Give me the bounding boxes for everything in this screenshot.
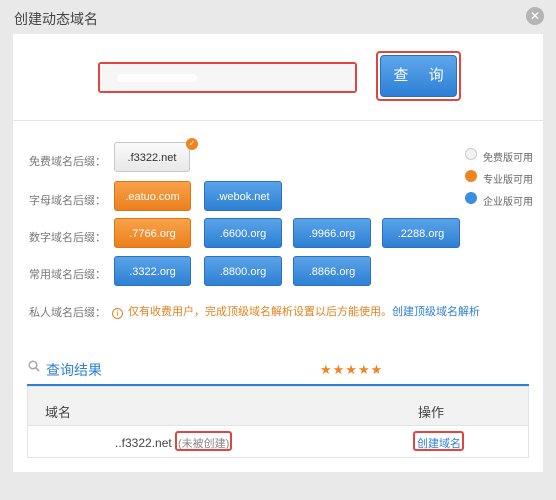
- create-domain-link[interactable]: 创建域名: [417, 435, 461, 451]
- rating-stars: ★★★★★: [320, 362, 384, 377]
- suffix-option-7766-org[interactable]: .7766.org: [114, 218, 191, 248]
- private-notice: i 仅有收费用户，完成顶级域名解析设置以后方能使用。创建顶级域名解析: [112, 303, 480, 319]
- column-header-action: 操作: [418, 405, 445, 420]
- private-suffix-label: 私人域名后缀：: [29, 307, 106, 319]
- suffix-option-8866-org[interactable]: .8866.org: [293, 256, 371, 286]
- legend-enterprise-label: 企业版可用: [483, 197, 533, 208]
- common-suffix-label: 常用域名后缀：: [29, 269, 106, 281]
- divider: [13, 120, 543, 121]
- suffix-option-webok-net[interactable]: .webok.net: [204, 181, 282, 211]
- number-suffix-label: 数字域名后缀：: [29, 232, 106, 244]
- dialog-title: 创建动态域名: [14, 11, 98, 27]
- suffix-option-9966-org[interactable]: .9966.org: [293, 218, 371, 248]
- suffix-option-2288-org[interactable]: .2288.org: [382, 218, 460, 248]
- letter-suffix-label: 字母域名后缀：: [29, 195, 106, 207]
- private-notice-text: 仅有收费用户，完成顶级域名解析设置以后方能使用。: [128, 306, 392, 318]
- dialog-title-bar: 创建动态域名 ✕: [0, 0, 556, 34]
- close-icon[interactable]: ✕: [526, 7, 544, 25]
- suffix-option-f3322-net[interactable]: .f3322.net: [114, 142, 190, 172]
- selected-check-icon: ✓: [186, 138, 198, 150]
- search-icon: [28, 360, 40, 372]
- status-badge: (未被创建): [178, 438, 230, 450]
- suffix-option-6600-org[interactable]: .6600.org: [204, 218, 282, 248]
- legend-pro-label: 专业版可用: [483, 175, 533, 186]
- info-icon: i: [112, 308, 123, 319]
- query-button[interactable]: 查 询: [380, 55, 457, 97]
- column-header-domain: 域名: [45, 405, 72, 420]
- dialog-panel: 查 询 免费域名后缀： .f3322.net ✓ 字母域名后缀： .eatuo.…: [13, 34, 543, 472]
- legend-pro-dot: [465, 170, 477, 182]
- legend-free-label: 免费版可用: [483, 153, 533, 164]
- free-suffix-label: 免费域名后缀：: [29, 156, 106, 168]
- results-title: 查询结果: [46, 362, 102, 378]
- create-top-level-resolution-link[interactable]: 创建顶级域名解析: [392, 306, 480, 318]
- blurred-input-text: [117, 74, 197, 82]
- suffix-option-eatuo-com[interactable]: .eatuo.com: [114, 181, 191, 211]
- suffix-option-3322-org[interactable]: .3322.org: [114, 256, 191, 286]
- suffix-option-8800-org[interactable]: .8800.org: [204, 256, 282, 286]
- result-domain: ..f3322.net: [115, 436, 172, 450]
- legend-free-dot: [465, 148, 477, 160]
- results-table-header: [27, 386, 529, 426]
- legend-enterprise-dot: [465, 192, 477, 204]
